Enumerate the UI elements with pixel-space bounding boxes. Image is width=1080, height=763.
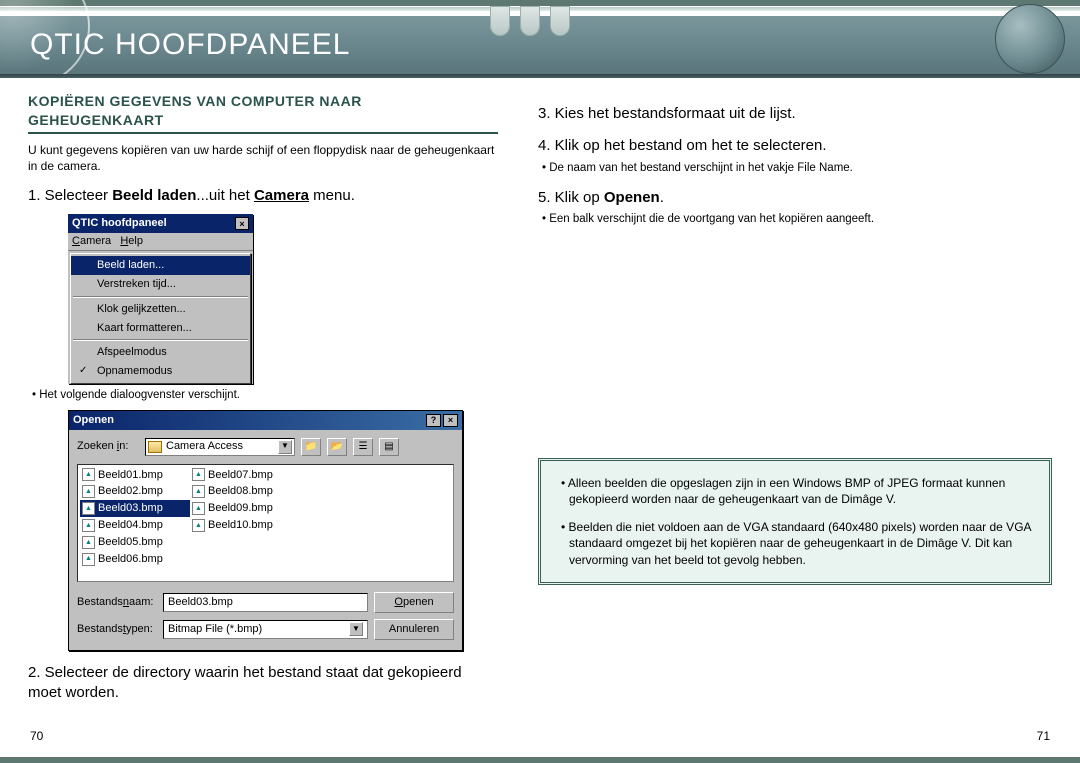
dialog-titlebar: Openen ? × bbox=[69, 411, 462, 430]
menu-item-opnamemodus[interactable]: Opnamemodus bbox=[71, 362, 250, 381]
menu-item-beeld-laden[interactable]: Beeld laden... bbox=[71, 256, 250, 275]
file-item[interactable]: ▲Beeld04.bmp bbox=[80, 517, 190, 534]
note-2: Beelden die niet voldoen aan de VGA stan… bbox=[569, 519, 1031, 568]
bmp-icon: ▲ bbox=[192, 519, 205, 532]
intro-text: U kunt gegevens kopiëren van uw harde sc… bbox=[28, 142, 498, 174]
close-icon[interactable]: × bbox=[235, 217, 249, 230]
step-1: 1. Selecteer Beeld laden...uit het Camer… bbox=[28, 186, 498, 206]
file-item-selected[interactable]: ▲Beeld03.bmp bbox=[80, 500, 190, 517]
step-3: 3. Kies het bestandsformaat uit de lijst… bbox=[538, 104, 1052, 124]
open-button[interactable]: Openen bbox=[374, 592, 454, 613]
filetype-dropdown[interactable]: Bitmap File (*.bmp) ▼ bbox=[163, 620, 368, 639]
open-dialog: Openen ? × Zoeken in: Camera Access ▼ 📁 … bbox=[68, 410, 463, 651]
manual-spread: QTIC HOOFDPANEEL KOPIËREN GEGEVENS VAN C… bbox=[0, 0, 1080, 763]
step-4: 4. Klik op het bestand om het te selecte… bbox=[538, 136, 1052, 156]
file-item[interactable]: ▲Beeld07.bmp bbox=[190, 467, 300, 484]
up-folder-icon[interactable]: 📁 bbox=[301, 438, 321, 456]
decorative-tabs bbox=[490, 6, 570, 36]
cancel-button[interactable]: Annuleren bbox=[374, 619, 454, 640]
bmp-icon: ▲ bbox=[82, 519, 95, 532]
chevron-down-icon[interactable]: ▼ bbox=[349, 622, 363, 636]
step-4-bullet: De naam van het bestand verschijnt in he… bbox=[550, 161, 1052, 177]
page-left: KOPIËREN GEGEVENS VAN COMPUTER NAAR GEHE… bbox=[28, 92, 498, 707]
note-box: Alleen beelden die opgeslagen zijn in ee… bbox=[538, 458, 1052, 585]
help-icon[interactable]: ? bbox=[426, 414, 441, 427]
file-item[interactable]: ▲Beeld08.bmp bbox=[190, 483, 300, 500]
section-heading: KOPIËREN GEGEVENS VAN COMPUTER NAAR GEHE… bbox=[28, 92, 498, 134]
decorative-lens bbox=[0, 0, 90, 86]
menu-titlebar: QTIC hoofdpaneel × bbox=[68, 214, 253, 233]
step-5-bullet: Een balk verschijnt die de voortgang van… bbox=[550, 212, 1052, 228]
file-item[interactable]: ▲Beeld10.bmp bbox=[190, 517, 300, 534]
menu-window-title: QTIC hoofdpaneel bbox=[72, 216, 167, 231]
bmp-icon: ▲ bbox=[82, 553, 95, 566]
file-list: ▲Beeld01.bmp ▲Beeld02.bmp ▲Beeld03.bmp ▲… bbox=[77, 464, 454, 582]
lookin-dropdown[interactable]: Camera Access ▼ bbox=[145, 438, 295, 456]
camera-dropdown: Beeld laden... Verstreken tijd... Klok g… bbox=[70, 253, 251, 384]
decorative-dial bbox=[995, 4, 1065, 74]
menu-item-verstreken-tijd[interactable]: Verstreken tijd... bbox=[71, 275, 250, 294]
step-5: 5. Klik op Openen. bbox=[538, 188, 1052, 208]
filetype-label: Bestandstypen: bbox=[77, 622, 157, 637]
page-right: 3. Kies het bestandsformaat uit de lijst… bbox=[538, 92, 1052, 707]
new-folder-icon[interactable]: 📂 bbox=[327, 438, 347, 456]
chevron-down-icon[interactable]: ▼ bbox=[278, 440, 292, 454]
note-after-menu: Het volgende dialoogvenster verschijnt. bbox=[40, 388, 498, 404]
bmp-icon: ▲ bbox=[82, 468, 95, 481]
detail-view-icon[interactable]: ▤ bbox=[379, 438, 399, 456]
bmp-icon: ▲ bbox=[82, 536, 95, 549]
file-item[interactable]: ▲Beeld01.bmp bbox=[80, 467, 190, 484]
menu-item-kaart[interactable]: Kaart formatteren... bbox=[71, 319, 250, 338]
filename-field[interactable]: Beeld03.bmp bbox=[163, 593, 368, 612]
menu-help[interactable]: Help bbox=[120, 235, 143, 247]
bmp-icon: ▲ bbox=[192, 502, 205, 515]
file-item[interactable]: ▲Beeld02.bmp bbox=[80, 483, 190, 500]
menu-camera[interactable]: Camera bbox=[72, 235, 111, 247]
bmp-icon: ▲ bbox=[192, 468, 205, 481]
bmp-icon: ▲ bbox=[192, 485, 205, 498]
close-icon[interactable]: × bbox=[443, 414, 458, 427]
file-item[interactable]: ▲Beeld06.bmp bbox=[80, 551, 190, 568]
dialog-title: Openen bbox=[73, 413, 114, 428]
menu-item-afspeelmodus[interactable]: Afspeelmodus bbox=[71, 343, 250, 362]
step-2: 2. Selecteer de directory waarin het bes… bbox=[28, 663, 498, 704]
qtic-menu-window: QTIC hoofdpaneel × Camera Help Beeld lad… bbox=[68, 214, 253, 384]
folder-icon bbox=[148, 441, 162, 453]
menu-bar: Camera Help bbox=[68, 233, 253, 251]
bmp-icon: ▲ bbox=[82, 485, 95, 498]
lookin-label: Zoeken in: bbox=[77, 439, 139, 454]
filename-label: Bestandsnaam: bbox=[77, 595, 157, 610]
page-number-left: 70 bbox=[30, 729, 43, 743]
banner: QTIC HOOFDPANEEL bbox=[0, 16, 1080, 74]
menu-item-klok[interactable]: Klok gelijkzetten... bbox=[71, 300, 250, 319]
file-item[interactable]: ▲Beeld09.bmp bbox=[190, 500, 300, 517]
list-view-icon[interactable]: ☰ bbox=[353, 438, 373, 456]
bmp-icon: ▲ bbox=[82, 502, 95, 515]
page-number-right: 71 bbox=[1037, 729, 1050, 743]
note-1: Alleen beelden die opgeslagen zijn in ee… bbox=[569, 475, 1031, 507]
file-item[interactable]: ▲Beeld05.bmp bbox=[80, 534, 190, 551]
